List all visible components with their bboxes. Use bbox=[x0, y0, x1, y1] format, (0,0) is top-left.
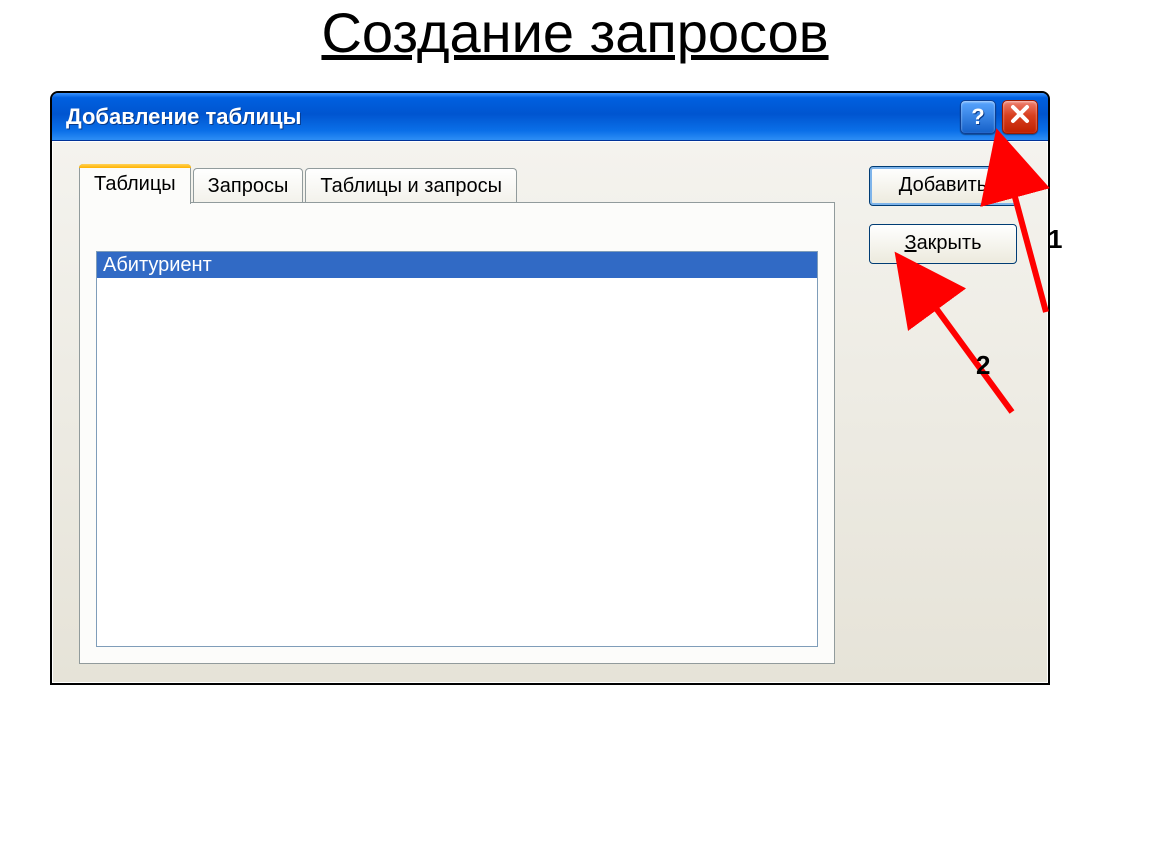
tab-label: Запросы bbox=[208, 175, 289, 198]
tables-listbox[interactable]: Абитуриент bbox=[96, 251, 818, 647]
tab-tables-and-queries[interactable]: Таблицы и запросы bbox=[305, 168, 517, 204]
help-icon: ? bbox=[971, 104, 984, 130]
page-heading: Создание запросов bbox=[0, 0, 1150, 65]
tab-panel: Абитуриент bbox=[79, 202, 835, 664]
annotation-1: 1 bbox=[1048, 224, 1062, 255]
tab-queries[interactable]: Запросы bbox=[193, 168, 304, 204]
close-button[interactable]: Закрыть bbox=[869, 224, 1017, 264]
window-title: Добавление таблицы bbox=[66, 104, 954, 130]
tab-tables[interactable]: Таблицы bbox=[79, 164, 191, 204]
dialog-window: Добавление таблицы ? Таблицы Запросы Таб… bbox=[50, 91, 1050, 685]
annotation-2: 2 bbox=[976, 350, 990, 381]
close-window-button[interactable] bbox=[1002, 100, 1038, 134]
list-item[interactable]: Абитуриент bbox=[97, 252, 817, 278]
tab-label: Таблицы bbox=[94, 173, 176, 196]
tab-label: Таблицы и запросы bbox=[320, 175, 502, 198]
help-button[interactable]: ? bbox=[960, 100, 996, 134]
button-text: акрыть bbox=[917, 232, 982, 254]
mnemonic: З bbox=[904, 232, 916, 254]
tab-strip: Таблицы Запросы Таблицы и запросы bbox=[79, 164, 519, 204]
mnemonic: Д bbox=[899, 174, 913, 196]
window-body: Таблицы Запросы Таблицы и запросы Абитур… bbox=[52, 141, 1048, 683]
button-text: обавить bbox=[913, 174, 988, 196]
titlebar[interactable]: Добавление таблицы ? bbox=[52, 93, 1048, 141]
close-icon bbox=[1010, 104, 1030, 129]
add-button[interactable]: Добавить bbox=[869, 166, 1017, 206]
